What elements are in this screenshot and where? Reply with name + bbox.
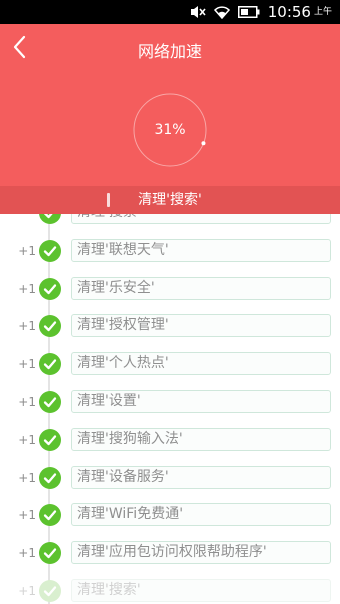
- task-count: +1: [18, 584, 36, 598]
- progress-percent: 31%: [154, 122, 186, 138]
- task-row: +1 清理'设备服务': [0, 465, 340, 491]
- task-row: +1 清理'联想天气': [0, 238, 340, 264]
- current-task-label: 清理'搜索': [138, 192, 202, 208]
- clock-ampm: 上午: [313, 7, 332, 17]
- task-count: +1: [18, 281, 36, 296]
- battery-icon: [237, 6, 260, 18]
- banner-marker: [107, 193, 110, 207]
- task-row: +1 清理'WiFi免费通': [0, 502, 340, 528]
- check-icon: [39, 466, 61, 489]
- wifi-icon: [213, 5, 230, 19]
- clock-time: 10:56: [267, 3, 311, 21]
- task-row: +1 清理'乐安全': [0, 276, 340, 302]
- task-count: +1: [18, 395, 36, 409]
- task-label: 清理'个人热点': [71, 352, 331, 376]
- check-icon: [39, 428, 61, 451]
- task-row: +1 清理'搜狗输入法': [0, 427, 340, 453]
- task-row: +1 清理'搜索': [0, 578, 340, 604]
- task-count: +1: [18, 508, 36, 523]
- task-count: +1: [18, 357, 36, 372]
- page-title: 网络加速: [137, 42, 202, 61]
- task-list: 清理'搜索' +1 清理'联想天气' +1 清理'乐安全' +1 清理'授权管理' +1 清理'…: [0, 195, 340, 604]
- check-icon: [39, 239, 61, 262]
- task-row: +1 清理'个人热点': [0, 351, 340, 377]
- task-count: +1: [18, 432, 36, 447]
- task-count: +1: [18, 319, 36, 334]
- task-label: 清理'授权管理': [71, 314, 331, 338]
- task-label: 清理'联想天气': [71, 238, 331, 262]
- task-row: +1 清理'授权管理': [0, 313, 340, 339]
- mute-icon: [190, 6, 206, 18]
- task-label: 清理'搜狗输入法': [71, 427, 331, 451]
- task-label: 清理'设置': [71, 390, 331, 413]
- check-icon: [39, 277, 61, 300]
- task-label: 清理'WiFi免费通': [71, 503, 331, 527]
- check-icon: [39, 580, 61, 602]
- task-row: +1 清理'应用包访问权限帮助程序': [0, 540, 340, 566]
- task-count: +1: [18, 546, 36, 561]
- status-bar: 10:56 上午: [0, 0, 340, 24]
- check-icon: [39, 542, 61, 565]
- task-label: 清理'乐安全': [71, 276, 331, 300]
- task-label: 清理'设备服务': [71, 465, 331, 489]
- status-icons: 10:56 上午: [190, 3, 332, 21]
- current-task-banner: 清理'搜索': [0, 186, 340, 214]
- task-label: 清理'应用包访问权限帮助程序': [71, 541, 331, 565]
- task-label: 清理'搜索': [71, 579, 331, 602]
- task-count: +1: [18, 470, 36, 485]
- check-icon: [39, 391, 61, 413]
- task-count: +1: [18, 243, 36, 258]
- task-row: +1 清理'设置': [0, 389, 340, 415]
- check-icon: [39, 504, 61, 527]
- check-icon: [39, 353, 61, 376]
- check-icon: [39, 315, 61, 338]
